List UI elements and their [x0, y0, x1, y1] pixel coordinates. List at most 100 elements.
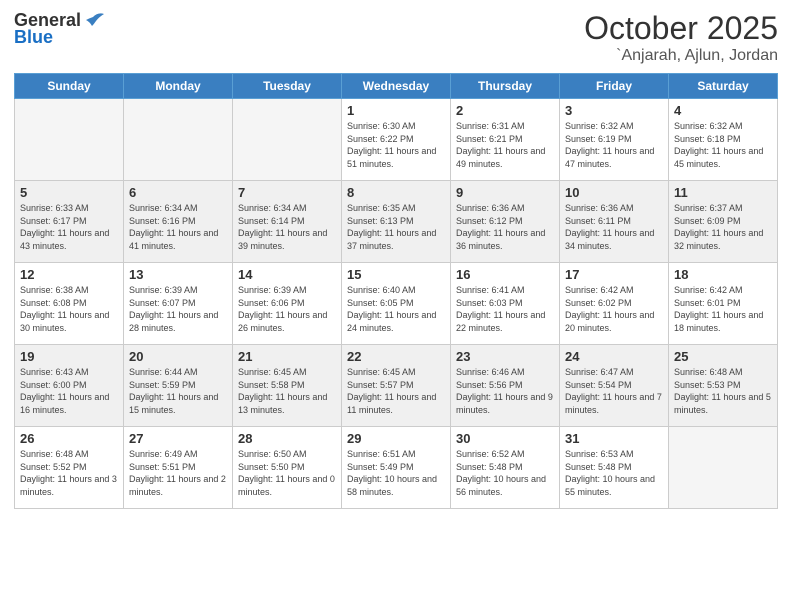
table-row: 22Sunrise: 6:45 AMSunset: 5:57 PMDayligh… [342, 345, 451, 427]
calendar-week-row: 5 Sunrise: 6:33 AMSunset: 6:17 PMDaylight… [15, 181, 778, 263]
day-info: Sunrise: 6:32 AMSunset: 6:19 PMDaylight:… [565, 120, 663, 170]
table-row: 16 Sunrise: 6:41 AMSunset: 6:03 PMDayligh… [451, 263, 560, 345]
table-row: 19 Sunrise: 6:43 AMSunset: 6:00 PMDayligh… [15, 345, 124, 427]
logo-bird-icon [82, 12, 104, 30]
calendar-week-row: 19 Sunrise: 6:43 AMSunset: 6:00 PMDayligh… [15, 345, 778, 427]
day-info: Sunrise: 6:51 AMSunset: 5:49 PMDaylight:… [347, 448, 445, 498]
table-row: 12 Sunrise: 6:38 AMSunset: 6:08 PMDayligh… [15, 263, 124, 345]
header-tuesday: Tuesday [233, 74, 342, 99]
day-info: Sunrise: 6:34 AMSunset: 6:16 PMDaylight:… [129, 202, 227, 252]
table-row: 7 Sunrise: 6:34 AMSunset: 6:14 PMDaylight… [233, 181, 342, 263]
day-info: Sunrise: 6:47 AMSunset: 5:54 PMDaylight:… [565, 366, 663, 416]
table-row [15, 99, 124, 181]
table-row: 8 Sunrise: 6:35 AMSunset: 6:13 PMDaylight… [342, 181, 451, 263]
day-info: Sunrise: 6:30 AMSunset: 6:22 PMDaylight:… [347, 120, 445, 170]
table-row: 26Sunrise: 6:48 AMSunset: 5:52 PMDayligh… [15, 427, 124, 509]
day-info: Sunrise: 6:45 AMSunset: 5:57 PMDaylight:… [347, 366, 445, 416]
day-number: 5 [20, 185, 118, 200]
header-saturday: Saturday [669, 74, 778, 99]
day-number: 6 [129, 185, 227, 200]
day-info: Sunrise: 6:48 AMSunset: 5:53 PMDaylight:… [674, 366, 772, 416]
day-number: 27 [129, 431, 227, 446]
day-info: Sunrise: 6:38 AMSunset: 6:08 PMDaylight:… [20, 284, 118, 334]
table-row: 4 Sunrise: 6:32 AMSunset: 6:18 PMDaylight… [669, 99, 778, 181]
day-info: Sunrise: 6:35 AMSunset: 6:13 PMDaylight:… [347, 202, 445, 252]
day-number: 3 [565, 103, 663, 118]
title-area: October 2025 `Anjarah, Ajlun, Jordan [584, 10, 778, 65]
day-number: 18 [674, 267, 772, 282]
day-info: Sunrise: 6:49 AMSunset: 5:51 PMDaylight:… [129, 448, 227, 498]
table-row: 15Sunrise: 6:40 AMSunset: 6:05 PMDayligh… [342, 263, 451, 345]
day-info: Sunrise: 6:36 AMSunset: 6:11 PMDaylight:… [565, 202, 663, 252]
calendar-week-row: 12 Sunrise: 6:38 AMSunset: 6:08 PMDayligh… [15, 263, 778, 345]
day-info: Sunrise: 6:39 AMSunset: 6:06 PMDaylight:… [238, 284, 336, 334]
table-row: 18 Sunrise: 6:42 AMSunset: 6:01 PMDayligh… [669, 263, 778, 345]
header-wednesday: Wednesday [342, 74, 451, 99]
table-row: 31 Sunrise: 6:53 AMSunset: 5:48 PMDayligh… [560, 427, 669, 509]
day-number: 14 [238, 267, 336, 282]
calendar-week-row: 1 Sunrise: 6:30 AMSunset: 6:22 PMDaylight… [15, 99, 778, 181]
month-title: October 2025 [584, 10, 778, 47]
header-sunday: Sunday [15, 74, 124, 99]
day-number: 23 [456, 349, 554, 364]
day-number: 13 [129, 267, 227, 282]
header-friday: Friday [560, 74, 669, 99]
day-info: Sunrise: 6:50 AMSunset: 5:50 PMDaylight:… [238, 448, 336, 498]
day-info: Sunrise: 6:32 AMSunset: 6:18 PMDaylight:… [674, 120, 772, 170]
table-row [669, 427, 778, 509]
table-row: 6 Sunrise: 6:34 AMSunset: 6:16 PMDaylight… [124, 181, 233, 263]
table-row: 11Sunrise: 6:37 AMSunset: 6:09 PMDayligh… [669, 181, 778, 263]
day-number: 28 [238, 431, 336, 446]
day-number: 9 [456, 185, 554, 200]
table-row: 20Sunrise: 6:44 AMSunset: 5:59 PMDayligh… [124, 345, 233, 427]
page-header: General Blue October 2025 `Anjarah, Ajlu… [14, 10, 778, 65]
day-info: Sunrise: 6:31 AMSunset: 6:21 PMDaylight:… [456, 120, 554, 170]
table-row: 3 Sunrise: 6:32 AMSunset: 6:19 PMDaylight… [560, 99, 669, 181]
table-row [233, 99, 342, 181]
table-row: 24 Sunrise: 6:47 AMSunset: 5:54 PMDayligh… [560, 345, 669, 427]
logo-blue-text: Blue [14, 27, 53, 48]
table-row: 10 Sunrise: 6:36 AMSunset: 6:11 PMDayligh… [560, 181, 669, 263]
day-info: Sunrise: 6:42 AMSunset: 6:01 PMDaylight:… [674, 284, 772, 334]
calendar-table: Sunday Monday Tuesday Wednesday Thursday… [14, 73, 778, 509]
day-info: Sunrise: 6:45 AMSunset: 5:58 PMDaylight:… [238, 366, 336, 416]
header-monday: Monday [124, 74, 233, 99]
day-number: 31 [565, 431, 663, 446]
table-row: 1 Sunrise: 6:30 AMSunset: 6:22 PMDaylight… [342, 99, 451, 181]
day-number: 1 [347, 103, 445, 118]
day-number: 19 [20, 349, 118, 364]
day-info: Sunrise: 6:40 AMSunset: 6:05 PMDaylight:… [347, 284, 445, 334]
day-info: Sunrise: 6:39 AMSunset: 6:07 PMDaylight:… [129, 284, 227, 334]
table-row: 5 Sunrise: 6:33 AMSunset: 6:17 PMDaylight… [15, 181, 124, 263]
day-number: 24 [565, 349, 663, 364]
day-info: Sunrise: 6:43 AMSunset: 6:00 PMDaylight:… [20, 366, 118, 416]
calendar-week-row: 26Sunrise: 6:48 AMSunset: 5:52 PMDayligh… [15, 427, 778, 509]
day-number: 4 [674, 103, 772, 118]
day-number: 30 [456, 431, 554, 446]
header-thursday: Thursday [451, 74, 560, 99]
day-number: 8 [347, 185, 445, 200]
page-container: General Blue October 2025 `Anjarah, Ajlu… [0, 0, 792, 612]
day-info: Sunrise: 6:33 AMSunset: 6:17 PMDaylight:… [20, 202, 118, 252]
day-number: 16 [456, 267, 554, 282]
day-info: Sunrise: 6:53 AMSunset: 5:48 PMDaylight:… [565, 448, 663, 498]
day-info: Sunrise: 6:44 AMSunset: 5:59 PMDaylight:… [129, 366, 227, 416]
day-info: Sunrise: 6:42 AMSunset: 6:02 PMDaylight:… [565, 284, 663, 334]
day-number: 10 [565, 185, 663, 200]
day-number: 29 [347, 431, 445, 446]
day-number: 25 [674, 349, 772, 364]
day-info: Sunrise: 6:41 AMSunset: 6:03 PMDaylight:… [456, 284, 554, 334]
calendar-header-row: Sunday Monday Tuesday Wednesday Thursday… [15, 74, 778, 99]
day-number: 2 [456, 103, 554, 118]
table-row: 14 Sunrise: 6:39 AMSunset: 6:06 PMDayligh… [233, 263, 342, 345]
day-info: Sunrise: 6:34 AMSunset: 6:14 PMDaylight:… [238, 202, 336, 252]
table-row: 2 Sunrise: 6:31 AMSunset: 6:21 PMDaylight… [451, 99, 560, 181]
table-row: 17Sunrise: 6:42 AMSunset: 6:02 PMDayligh… [560, 263, 669, 345]
table-row: 21Sunrise: 6:45 AMSunset: 5:58 PMDayligh… [233, 345, 342, 427]
day-info: Sunrise: 6:36 AMSunset: 6:12 PMDaylight:… [456, 202, 554, 252]
day-number: 11 [674, 185, 772, 200]
logo: General Blue [14, 10, 105, 48]
day-number: 7 [238, 185, 336, 200]
day-number: 12 [20, 267, 118, 282]
table-row: 30Sunrise: 6:52 AMSunset: 5:48 PMDayligh… [451, 427, 560, 509]
